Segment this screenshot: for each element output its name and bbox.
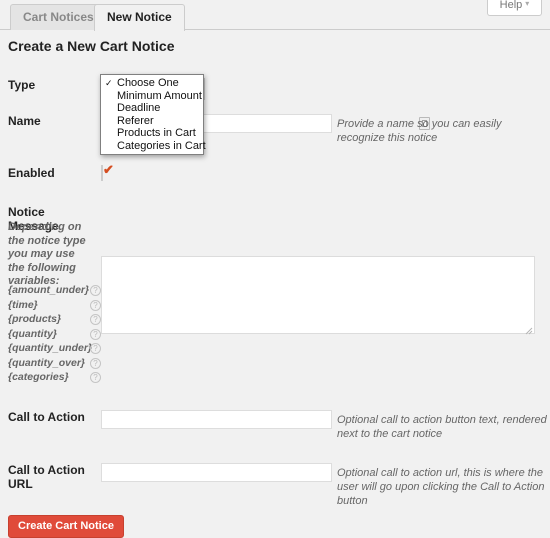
dropdown-option-label: Products in Cart: [117, 127, 196, 139]
variable-label: {quantity}: [8, 328, 57, 340]
variable-item[interactable]: {quantity_over} ?: [8, 356, 100, 371]
create-cart-notice-button[interactable]: Create Cart Notice: [8, 515, 124, 538]
dropdown-option-referer[interactable]: Referer: [101, 115, 203, 128]
help-tab-button[interactable]: Help▾: [487, 0, 542, 16]
variable-item[interactable]: {quantity} ?: [8, 327, 100, 342]
enabled-label: Enabled: [8, 166, 96, 180]
help-icon[interactable]: ?: [90, 300, 101, 311]
notice-message-help-text: Depending on the notice type you may use…: [8, 221, 94, 289]
variable-label: {categories}: [8, 371, 69, 383]
help-icon[interactable]: ?: [90, 285, 101, 296]
help-icon[interactable]: ?: [90, 358, 101, 369]
name-description: Provide a name so you can easily recogni…: [337, 117, 547, 145]
dropdown-option-label: Deadline: [117, 102, 160, 114]
call-to-action-url-description: Optional call to action url, this is whe…: [337, 466, 549, 508]
page-title: Create a New Cart Notice: [8, 38, 175, 54]
variable-item[interactable]: {products} ?: [8, 312, 100, 327]
dropdown-option-choose-one[interactable]: ✓ Choose One: [101, 77, 203, 90]
variable-item[interactable]: {quantity_under} ?: [8, 341, 100, 356]
enabled-checkbox[interactable]: ✔: [101, 165, 103, 181]
type-dropdown-menu[interactable]: ✓ Choose One Minimum Amount Deadline Ref…: [100, 74, 204, 155]
dropdown-option-categories-in-cart[interactable]: Categories in Cart: [101, 140, 203, 153]
dropdown-option-label: Minimum Amount: [117, 90, 202, 102]
variable-item[interactable]: {amount_under} ?: [8, 283, 100, 298]
tab-cart-notices[interactable]: Cart Notices: [10, 4, 107, 30]
variable-label: {time}: [8, 299, 38, 311]
variable-item[interactable]: {time} ?: [8, 298, 100, 313]
dropdown-option-deadline[interactable]: Deadline: [101, 102, 203, 115]
tab-new-notice[interactable]: New Notice: [94, 4, 185, 31]
variable-item[interactable]: {categories} ?: [8, 370, 100, 385]
tab-bar: Cart Notices New Notice Help▾: [0, 0, 550, 30]
notice-message-textarea[interactable]: [101, 256, 535, 334]
call-to-action-label: Call to Action: [8, 410, 96, 424]
help-icon[interactable]: ?: [90, 329, 101, 340]
tab-cart-notices-label: Cart Notices: [23, 10, 94, 24]
help-icon[interactable]: ?: [90, 343, 101, 354]
dropdown-option-label: Choose One: [117, 77, 179, 89]
dropdown-option-label: Categories in Cart: [117, 140, 206, 152]
call-to-action-input[interactable]: [101, 410, 332, 429]
help-label: Help: [500, 0, 523, 11]
tab-new-notice-label: New Notice: [107, 10, 172, 24]
check-icon: ✓: [105, 77, 113, 90]
variable-label: {products}: [8, 313, 61, 325]
variable-label: {quantity_over}: [8, 357, 85, 369]
call-to-action-description: Optional call to action button text, ren…: [337, 413, 549, 441]
notice-message-variable-list: {amount_under} ? {time} ? {products} ? {…: [8, 283, 100, 385]
help-icon[interactable]: ?: [90, 314, 101, 325]
name-label: Name: [8, 114, 96, 128]
variable-label: {quantity_under}: [8, 342, 92, 354]
check-icon: ✔: [103, 163, 114, 177]
type-label: Type: [8, 78, 96, 92]
chevron-down-icon: ▾: [525, 0, 529, 14]
help-icon[interactable]: ?: [90, 372, 101, 383]
call-to-action-url-label: Call to Action URL: [8, 463, 96, 491]
dropdown-option-minimum-amount[interactable]: Minimum Amount: [101, 90, 203, 103]
variable-label: {amount_under}: [8, 284, 89, 296]
dropdown-option-products-in-cart[interactable]: Products in Cart: [101, 127, 203, 140]
dropdown-option-label: Referer: [117, 115, 154, 127]
call-to-action-url-input[interactable]: [101, 463, 332, 482]
